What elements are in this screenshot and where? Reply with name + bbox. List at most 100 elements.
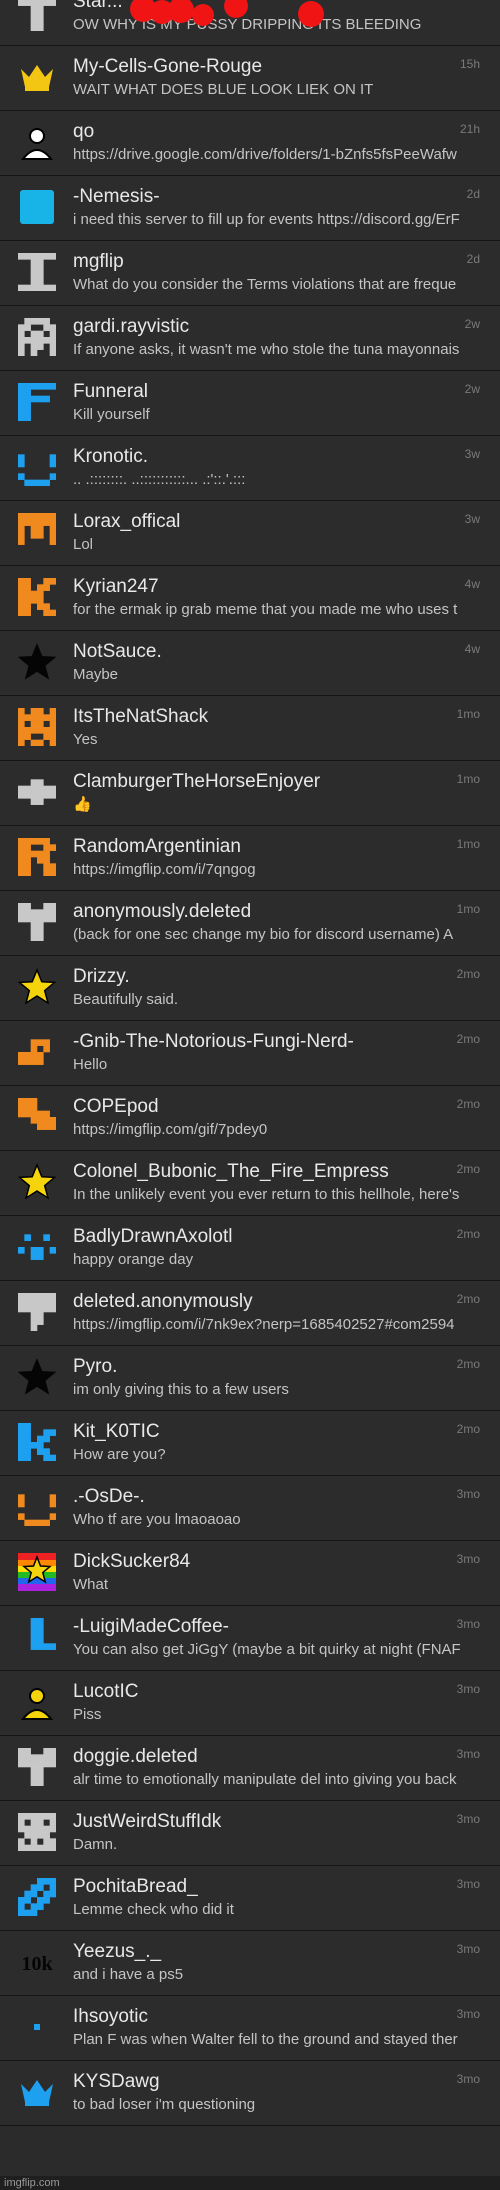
- message-preview: Beautifully said.: [73, 991, 179, 1008]
- message-preview: OW WHY IS MY PUSSY DRIPPING ITS BLEEDING: [73, 16, 422, 33]
- conversation-row[interactable]: RandomArgentinian https://imgflip.com/i/7…: [0, 826, 500, 891]
- conversation-row[interactable]: Ihsoyotic Plan F was when Walter fell to …: [0, 1996, 500, 2061]
- message-preview: Piss: [73, 1706, 102, 1723]
- timestamp: 21h: [459, 122, 480, 136]
- conversation-row[interactable]: gardi.rayvistic If anyone asks, it wasn't…: [0, 306, 500, 371]
- conversation-row[interactable]: -LuigiMadeCoffee- You can also get JiGgY …: [0, 1606, 500, 1671]
- conversation-name: RandomArgentinian: [73, 836, 241, 857]
- pixel-diagonal-icon: [18, 1878, 56, 1916]
- message-preview: Lemme check who did it: [73, 1901, 234, 1918]
- timestamp: 2w: [464, 317, 480, 331]
- conversation-row[interactable]: LucotIC Piss 3mo: [0, 1671, 500, 1736]
- conversation-name: deleted.anonymously: [73, 1291, 253, 1312]
- person-icon: [18, 1683, 56, 1721]
- conversation-row[interactable]: Kyrian247 for the ermak ip grab meme that…: [0, 566, 500, 631]
- conversation-name: -Gnib-The-Notorious-Fungi-Nerd-: [73, 1031, 354, 1052]
- timestamp: 1mo: [456, 707, 480, 721]
- conversation-row[interactable]: deleted.anonymously https://imgflip.com/i…: [0, 1281, 500, 1346]
- timestamp: 3mo: [456, 1812, 480, 1826]
- message-preview: im only giving this to a few users: [73, 1381, 289, 1398]
- crown-icon: [18, 58, 56, 96]
- message-preview: In the unlikely event you ever return to…: [73, 1186, 460, 1203]
- conversation-row[interactable]: My-Cells-Gone-Rouge WAIT WHAT DOES BLUE L…: [0, 46, 500, 111]
- message-preview: What do you consider the Terms violation…: [73, 276, 457, 293]
- message-preview: If anyone asks, it wasn't me who stole t…: [73, 341, 460, 358]
- conversation-name: anonymously.deleted: [73, 901, 252, 922]
- conversation-name: DickSucker84: [73, 1551, 191, 1572]
- conversation-row[interactable]: Funneral Kill yourself 2w: [0, 371, 500, 436]
- timestamp: 3mo: [456, 1617, 480, 1631]
- conversation-row[interactable]: Colonel_Bubonic_The_Fire_Empress In the u…: [0, 1151, 500, 1216]
- conversation-row[interactable]: Drizzy. Beautifully said. 2mo: [0, 956, 500, 1021]
- conversation-row[interactable]: Lorax_offical Lol 3w: [0, 501, 500, 566]
- letter-k-icon: [18, 1423, 56, 1461]
- conversation-row[interactable]: KYSDawg to bad loser i'm questioning 3mo: [0, 2061, 500, 2126]
- pixel-blob-icon: [18, 1033, 56, 1071]
- timestamp: 2mo: [456, 1032, 480, 1046]
- timestamp: 2mo: [456, 1097, 480, 1111]
- conversation-name: Funneral: [73, 381, 148, 402]
- conversation-row[interactable]: anonymously.deleted (back for one sec cha…: [0, 891, 500, 956]
- timestamp: 1mo: [456, 902, 480, 916]
- timestamp: 3mo: [456, 1552, 480, 1566]
- conversation-name: doggie.deleted: [73, 1746, 198, 1767]
- conversation-row[interactable]: BadlyDrawnAxolotl happy orange day 2mo: [0, 1216, 500, 1281]
- timestamp: 4w: [464, 642, 480, 656]
- pixel-ghost-icon: [18, 318, 56, 356]
- conversation-name: NotSauce.: [73, 641, 162, 662]
- conversation-name: Yeezus_._: [73, 1941, 162, 1962]
- conversation-name: mgflip: [73, 251, 124, 272]
- conversation-row[interactable]: 10k Yeezus_._ and i have a ps5 3mo: [0, 1931, 500, 1996]
- conversation-row[interactable]: COPEpod https://imgflip.com/gif/7pdey0 2mo: [0, 1086, 500, 1151]
- message-preview: for the ermak ip grab meme that you made…: [73, 601, 458, 618]
- message-preview: i need this server to fill up for events…: [73, 211, 460, 228]
- conversation-row[interactable]: -Nemesis-i need this server to fill up f…: [0, 176, 500, 241]
- watermark-bar: imgflip.com: [0, 2176, 500, 2190]
- conversation-row[interactable]: PochitaBread_ Lemme check who did it 3mo: [0, 1866, 500, 1931]
- conversation-row[interactable]: DickSucker84 What 3mo: [0, 1541, 500, 1606]
- conversation-name: PochitaBread_: [73, 1876, 198, 1897]
- message-preview: Who tf are you lmaoaoao: [73, 1511, 241, 1528]
- conversation-row[interactable]: Star... OW WHY IS MY PUSSY DRIPPING ITS B…: [0, 0, 500, 46]
- conversation-row[interactable]: JustWeirdStuffIdk Damn. 3mo: [0, 1801, 500, 1866]
- yellow-star-icon: [18, 968, 56, 1006]
- blue-square-icon: [18, 188, 56, 226]
- timestamp: 3w: [464, 512, 480, 526]
- conversation-list: Star... OW WHY IS MY PUSSY DRIPPING ITS B…: [0, 0, 500, 2180]
- conversation-row[interactable]: ItsTheNatShack Yes 1mo: [0, 696, 500, 761]
- conversation-name: Drizzy.: [73, 966, 130, 987]
- timestamp: 15h: [459, 57, 480, 71]
- t-shirt-icon: [18, 903, 56, 941]
- conversation-row[interactable]: NotSauce. Maybe 4w: [0, 631, 500, 696]
- timestamp: 2w: [464, 382, 480, 396]
- black-star-icon: [18, 1358, 56, 1396]
- conversation-row[interactable]: Kit_K0TIC How are you? 2mo: [0, 1411, 500, 1476]
- yellow-star-icon: [18, 1163, 56, 1201]
- conversation-row[interactable]: Pyro. im only giving this to a few users 2…: [0, 1346, 500, 1411]
- conversation-row[interactable]: Kronotic. .. .::::::::. ..:::::::::::...…: [0, 436, 500, 501]
- person-icon: [18, 123, 56, 161]
- timestamp: 2mo: [456, 1422, 480, 1436]
- conversation-name: Star...: [73, 0, 123, 12]
- conversation-name: COPEpod: [73, 1096, 159, 1117]
- message-preview: Plan F was when Walter fell to the groun…: [73, 2031, 458, 2048]
- message-preview: happy orange day: [73, 1251, 194, 1268]
- pixel-face-icon: [18, 1228, 56, 1266]
- message-preview: and i have a ps5: [73, 1966, 184, 1983]
- conversation-row[interactable]: doggie.deleted alr time to emotionally ma…: [0, 1736, 500, 1801]
- conversation-name: My-Cells-Gone-Rouge: [73, 56, 263, 77]
- timestamp: 1mo: [456, 837, 480, 851]
- pixel-skull-icon: [18, 1813, 56, 1851]
- black-star-icon: [18, 643, 56, 681]
- conversation-row[interactable]: -Gnib-The-Notorious-Fungi-Nerd- Hello 2mo: [0, 1021, 500, 1086]
- conversation-row[interactable]: qo https://drive.google.com/drive/folders…: [0, 111, 500, 176]
- timestamp: 2d: [466, 252, 480, 266]
- conversation-row[interactable]: .-OsDe-. Who tf are you lmaoaoao 3mo: [0, 1476, 500, 1541]
- conversation-row[interactable]: mgflip What do you consider the Terms vio…: [0, 241, 500, 306]
- conversation-name: JustWeirdStuffIdk: [73, 1811, 222, 1832]
- message-preview: 👍: [73, 796, 92, 813]
- smiley-icon: [18, 448, 56, 486]
- conversation-name: KYSDawg: [73, 2071, 160, 2092]
- conversation-row[interactable]: ClamburgerTheHorseEnjoyer 👍 1mo: [0, 761, 500, 826]
- message-preview: https://imgflip.com/i/7qngog: [73, 861, 256, 878]
